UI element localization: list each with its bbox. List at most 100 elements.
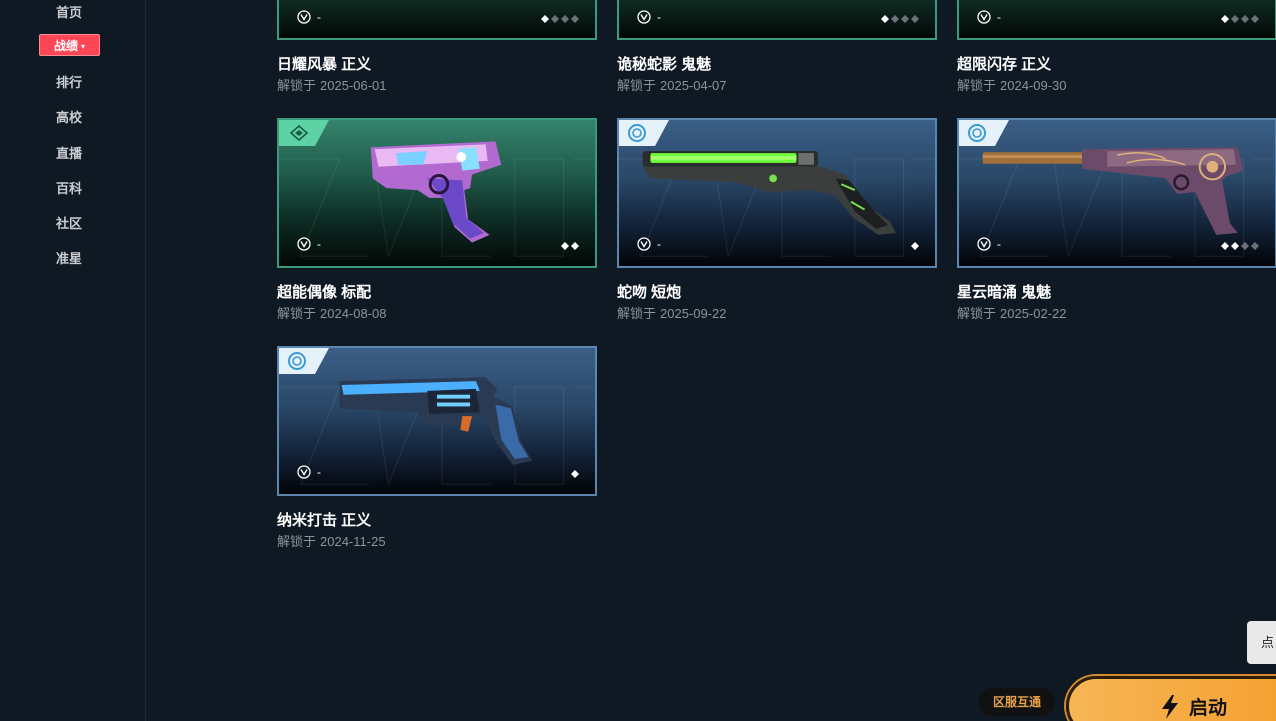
upgrade-level-pips bbox=[1221, 15, 1259, 23]
upgrade-level-pips bbox=[561, 242, 579, 250]
nav-item-community[interactable]: 社区 bbox=[0, 213, 138, 232]
skin-image bbox=[642, 151, 896, 235]
unlock-date: 解锁于 2025-04-07 bbox=[617, 75, 727, 94]
side-tip-tab[interactable]: 点 bbox=[1247, 621, 1276, 664]
upgrade-level-pips bbox=[1221, 242, 1259, 250]
skin-image bbox=[370, 141, 502, 243]
nav-item-live[interactable]: 直播 bbox=[0, 143, 138, 162]
skin-card[interactable]: - bbox=[957, 0, 1276, 40]
skin-cost-value: - bbox=[657, 237, 661, 251]
diamond-pip-icon bbox=[881, 15, 889, 23]
nav-item-wiki[interactable]: 百科 bbox=[0, 178, 138, 197]
unlock-date: 解锁于 2025-09-22 bbox=[617, 303, 727, 322]
diamond-pip-icon bbox=[911, 15, 919, 23]
skin-card[interactable]: - bbox=[617, 118, 937, 268]
unlock-date-prefix: 解锁于 bbox=[957, 306, 997, 321]
nav-item-crosshair[interactable]: 准星 bbox=[0, 248, 138, 267]
skin-title: 日耀风暴 正义 bbox=[277, 56, 372, 73]
upgrade-level-pips bbox=[541, 15, 579, 23]
skin-card[interactable]: - bbox=[277, 0, 597, 40]
diamond-pip-icon bbox=[1251, 15, 1259, 23]
diamond-pip-icon bbox=[1251, 242, 1259, 250]
nav-item-stats-label: 战绩 bbox=[53, 39, 78, 53]
unlock-date-value: 2024-09-30 bbox=[1000, 78, 1067, 93]
launch-label: 启动 bbox=[1189, 698, 1228, 719]
valorant-points-icon bbox=[977, 10, 991, 24]
unlock-date: 解锁于 2024-11-25 bbox=[277, 531, 386, 550]
nav-item-home[interactable]: 首页 bbox=[0, 2, 138, 21]
skin-title: 诡秘蛇影 鬼魅 bbox=[617, 56, 712, 73]
unlock-date-prefix: 解锁于 bbox=[277, 306, 317, 321]
nav-item-stats[interactable]: 战绩 ▾ bbox=[39, 34, 100, 56]
skin-title: 星云暗涌 鬼魅 bbox=[957, 284, 1052, 301]
sidebar: 首页 战绩 ▾ 排行 高校 直播 百科 社区 准星 bbox=[0, 0, 146, 721]
diamond-pip-icon bbox=[1231, 15, 1239, 23]
unlock-date: 解锁于 2025-06-01 bbox=[277, 75, 387, 94]
skin-card[interactable]: - bbox=[617, 0, 937, 40]
valorant-points-icon bbox=[297, 237, 311, 251]
region-interop-badge[interactable]: 区服互通 bbox=[979, 688, 1055, 716]
skin-title: 超能偶像 标配 bbox=[277, 284, 372, 301]
diamond-pip-icon bbox=[891, 15, 899, 23]
diamond-pip-icon bbox=[1241, 242, 1249, 250]
diamond-pip-icon bbox=[561, 242, 569, 250]
skin-cost-value: - bbox=[657, 10, 661, 24]
diamond-pip-icon bbox=[561, 15, 569, 23]
upgrade-level-pips bbox=[571, 470, 579, 478]
valorant-points-icon bbox=[637, 237, 651, 251]
diamond-pip-icon bbox=[571, 15, 579, 23]
diamond-pip-icon bbox=[571, 470, 579, 478]
diamond-pip-icon bbox=[901, 15, 909, 23]
nav-item-university[interactable]: 高校 bbox=[0, 107, 138, 126]
unlock-date-value: 2025-02-22 bbox=[1000, 306, 1067, 321]
diamond-pip-icon bbox=[571, 242, 579, 250]
skin-cost: - bbox=[297, 237, 321, 251]
launch-button[interactable]: 启动 bbox=[1066, 676, 1276, 721]
skin-cost-value: - bbox=[997, 10, 1001, 24]
diamond-pip-icon bbox=[551, 15, 559, 23]
diamond-pip-icon bbox=[1241, 15, 1249, 23]
unlock-date-value: 2025-09-22 bbox=[660, 306, 727, 321]
skin-image bbox=[339, 377, 533, 465]
unlock-date-value: 2024-08-08 bbox=[320, 306, 387, 321]
upgrade-level-pips bbox=[881, 15, 919, 23]
unlock-date: 解锁于 2024-09-30 bbox=[957, 75, 1067, 94]
diamond-pip-icon bbox=[1221, 15, 1229, 23]
diamond-pip-icon bbox=[1221, 242, 1229, 250]
skin-title: 纳米打击 正义 bbox=[277, 512, 372, 529]
upgrade-level-pips bbox=[911, 242, 919, 250]
unlock-date-prefix: 解锁于 bbox=[957, 78, 997, 93]
skin-cost-value: - bbox=[997, 237, 1001, 251]
skin-cost-value: - bbox=[317, 10, 321, 24]
diamond-pip-icon bbox=[541, 15, 549, 23]
unlock-date: 解锁于 2024-08-08 bbox=[277, 303, 387, 322]
unlock-date-value: 2024-11-25 bbox=[320, 534, 386, 549]
skin-title: 超限闪存 正义 bbox=[957, 56, 1052, 73]
diamond-pip-icon bbox=[911, 242, 919, 250]
skin-cost-value: - bbox=[317, 465, 321, 479]
unlock-date-value: 2025-06-01 bbox=[320, 78, 387, 93]
unlock-date-prefix: 解锁于 bbox=[617, 306, 657, 321]
diamond-pip-icon bbox=[1231, 242, 1239, 250]
valorant-points-icon bbox=[637, 10, 651, 24]
valorant-points-icon bbox=[297, 465, 311, 479]
chevron-down-icon: ▾ bbox=[81, 42, 86, 51]
lightning-bolt-icon bbox=[1162, 694, 1178, 719]
skin-cost: - bbox=[297, 465, 321, 479]
skin-card[interactable]: - bbox=[277, 118, 597, 268]
skin-cost: - bbox=[637, 237, 661, 251]
unlock-date-prefix: 解锁于 bbox=[277, 78, 317, 93]
skin-cost: - bbox=[297, 10, 321, 24]
unlock-date-value: 2025-04-07 bbox=[660, 78, 727, 93]
skin-cost-value: - bbox=[317, 237, 321, 251]
valorant-points-icon bbox=[977, 237, 991, 251]
skin-card[interactable]: - bbox=[277, 346, 597, 496]
skin-cost: - bbox=[637, 10, 661, 24]
skin-card[interactable]: - bbox=[957, 118, 1276, 268]
nav-item-ranking[interactable]: 排行 bbox=[0, 72, 138, 91]
skin-cost: - bbox=[977, 10, 1001, 24]
unlock-date: 解锁于 2025-02-22 bbox=[957, 303, 1067, 322]
unlock-date-prefix: 解锁于 bbox=[277, 534, 317, 549]
skin-cost: - bbox=[977, 237, 1001, 251]
unlock-date-prefix: 解锁于 bbox=[617, 78, 657, 93]
